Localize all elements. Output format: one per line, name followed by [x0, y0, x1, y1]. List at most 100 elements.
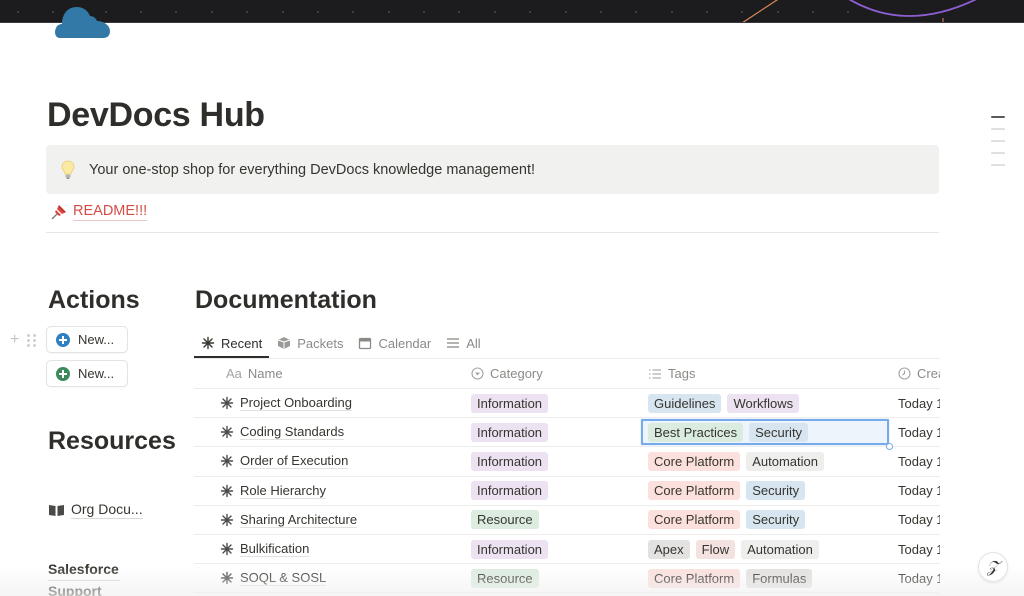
- category-tag: Information: [471, 481, 549, 501]
- document-name[interactable]: Coding Standards: [240, 424, 345, 441]
- cell-created[interactable]: Today 1: [890, 447, 940, 475]
- toc-item[interactable]: [991, 164, 1005, 166]
- table-row[interactable]: Order of Execution Information Core Platfo…: [194, 447, 940, 477]
- org-docs-link[interactable]: Org Docu...: [48, 501, 143, 519]
- document-name[interactable]: Project Onboarding: [240, 395, 353, 412]
- list-icon: [446, 336, 460, 350]
- document-name[interactable]: Sharing Architecture: [240, 512, 358, 528]
- cell-created[interactable]: Today 1: [890, 477, 940, 505]
- tag-pill: Apex: [648, 539, 690, 559]
- toc-item[interactable]: [991, 152, 1005, 154]
- document-name[interactable]: Order of Execution: [240, 453, 349, 470]
- cell-tags[interactable]: Guidelines Workflows: [640, 389, 890, 417]
- category-tag: Resource: [471, 510, 539, 530]
- tab-all[interactable]: All: [439, 328, 487, 358]
- cell-category[interactable]: Information: [464, 418, 640, 446]
- org-docs-link-text[interactable]: Org Docu...: [71, 501, 143, 519]
- table-row[interactable]: Sharing Architecture Resource Core Platfor…: [194, 506, 940, 535]
- document-name[interactable]: Role Hierarchy: [240, 483, 326, 499]
- tag-pill: Security: [749, 422, 809, 442]
- new-button-label: New...: [78, 366, 115, 381]
- readme-link[interactable]: README!!!: [50, 203, 148, 221]
- tag-pill: Core Platform: [648, 510, 741, 530]
- document-asterisk-icon: [220, 513, 234, 527]
- table-of-contents[interactable]: [991, 116, 1007, 176]
- plus-circle-icon: [56, 332, 70, 347]
- cell-name[interactable]: Sharing Architecture: [194, 506, 464, 534]
- cell-created[interactable]: Today 1: [890, 418, 940, 446]
- cell-tags[interactable]: Core Platform Formulas: [640, 564, 890, 592]
- document-name[interactable]: Bulkification: [240, 541, 310, 558]
- toc-item[interactable]: [991, 140, 1005, 142]
- readme-link-text[interactable]: README!!!: [73, 203, 148, 221]
- table-row[interactable]: SOQL & SOSL Resource Core Platform Formulas…: [194, 564, 940, 594]
- tab-calendar[interactable]: Calendar: [351, 328, 438, 358]
- page-title: DevDocs Hub: [47, 96, 265, 134]
- cell-tags[interactable]: Apex Flow Automation: [640, 535, 890, 563]
- drag-handle-icon[interactable]: [27, 333, 37, 347]
- plus-circle-icon: [56, 366, 70, 381]
- tag-pill: Security: [746, 481, 806, 501]
- column-header-tags[interactable]: Tags: [640, 359, 890, 388]
- documentation-heading: Documentation: [195, 286, 377, 314]
- tab-packets[interactable]: Packets: [270, 328, 350, 358]
- table-row[interactable]: Coding Standards Information Best Practice…: [194, 418, 940, 451]
- add-block-icon[interactable]: +: [10, 331, 19, 349]
- cell-name[interactable]: Order of Execution: [194, 447, 464, 475]
- tag-pill: Automation: [741, 539, 819, 559]
- cell-category[interactable]: Information: [464, 389, 640, 417]
- cell-name[interactable]: Coding Standards: [194, 418, 464, 446]
- lightbulb-icon: [60, 160, 76, 180]
- cell-created[interactable]: Today 1: [890, 389, 940, 417]
- document-asterisk-icon: [220, 542, 234, 556]
- cell-category[interactable]: Resource: [464, 564, 640, 592]
- column-header-created[interactable]: Crea: [890, 359, 940, 388]
- new-button-1[interactable]: New...: [46, 326, 128, 353]
- cell-name[interactable]: Bulkification: [194, 535, 464, 563]
- cell-created[interactable]: Today 1: [890, 506, 940, 534]
- toc-item[interactable]: [991, 128, 1005, 130]
- table-row[interactable]: Role Hierarchy Information Core Platform Se…: [194, 477, 940, 506]
- help-button[interactable]: 𝒵: [978, 552, 1008, 582]
- tag-pill: Best Practices: [648, 422, 744, 442]
- new-button-2[interactable]: New...: [46, 360, 128, 387]
- view-tabs: Recent Packets Calendar All: [194, 328, 489, 358]
- cell-name[interactable]: Project Onboarding: [194, 389, 464, 417]
- tag-pill: Security: [746, 510, 806, 530]
- help-icon: 𝒵: [986, 557, 1000, 576]
- toc-item[interactable]: [991, 116, 1005, 118]
- clock-icon: [898, 367, 911, 380]
- cell-created[interactable]: Today 1: [890, 535, 940, 563]
- document-asterisk-icon: [220, 454, 234, 468]
- tab-recent[interactable]: Recent: [194, 328, 270, 358]
- cell-category[interactable]: Resource: [464, 506, 640, 534]
- cell-category[interactable]: Information: [464, 535, 640, 563]
- column-header-category[interactable]: Category: [464, 359, 640, 388]
- tag-pill: Core Platform: [648, 481, 741, 501]
- cell-category[interactable]: Information: [464, 447, 640, 475]
- callout-block: Your one-stop shop for everything DevDoc…: [46, 145, 939, 194]
- cell-name[interactable]: Role Hierarchy: [194, 477, 464, 505]
- table-row[interactable]: Bulkification Information Apex Flow Automati…: [194, 535, 940, 565]
- table-body: Project Onboarding Information Guidelines W…: [194, 389, 940, 594]
- cell-category[interactable]: Information: [464, 477, 640, 505]
- documentation-table: Aa Name Category Tags Crea: [194, 359, 940, 594]
- cell-tags[interactable]: Best Practices Security: [640, 418, 890, 447]
- cell-tags[interactable]: Core Platform Automation: [640, 447, 890, 475]
- block-tools[interactable]: +: [10, 331, 37, 349]
- column-header-name[interactable]: Aa Name: [194, 359, 464, 388]
- tag-pill: Core Platform: [648, 451, 741, 471]
- document-name[interactable]: SOQL & SOSL: [240, 570, 327, 587]
- document-asterisk-icon: [220, 571, 234, 585]
- asterisk-icon: [201, 336, 215, 350]
- category-tag: Information: [471, 451, 549, 471]
- table-row[interactable]: Project Onboarding Information Guidelines W…: [194, 389, 940, 419]
- divider: [46, 232, 939, 233]
- cell-created[interactable]: Today 1: [890, 564, 940, 592]
- salesforce-support-link[interactable]: Salesforce Support: [48, 559, 120, 596]
- cell-name[interactable]: SOQL & SOSL: [194, 564, 464, 592]
- cloud-icon[interactable]: [54, 4, 112, 40]
- cell-tags[interactable]: Core Platform Security: [640, 477, 890, 505]
- new-button-label: New...: [78, 332, 115, 347]
- cell-tags[interactable]: Core Platform Security: [640, 506, 890, 534]
